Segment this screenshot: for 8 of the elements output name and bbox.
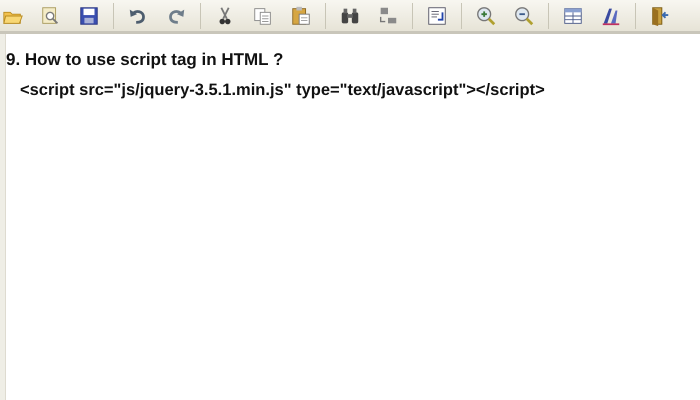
exit-icon bbox=[649, 4, 671, 26]
zoom-out-icon bbox=[513, 4, 535, 26]
paste-icon bbox=[290, 4, 312, 26]
heading: 9. How to use script tag in HTML ? bbox=[6, 49, 284, 71]
zoom-in-icon bbox=[475, 4, 497, 26]
save-icon bbox=[78, 4, 100, 26]
code-line: <script src="js/jquery-3.5.1.min.js" type="text/javascript"></script> bbox=[20, 80, 545, 101]
insert-icon bbox=[426, 4, 448, 26]
